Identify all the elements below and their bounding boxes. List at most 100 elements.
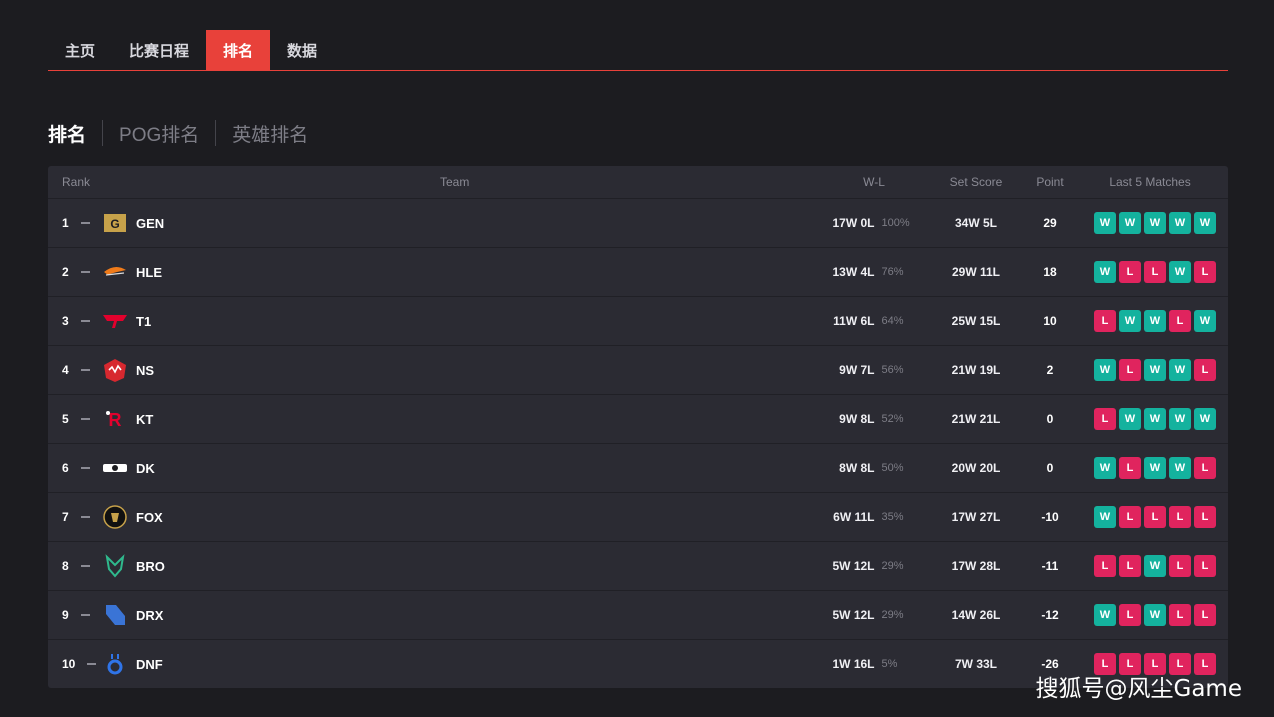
team-name[interactable]: BRO [136,559,165,574]
table-row[interactable]: 4 NS 9W 7L 56% 21W 19L 2 WLWWL [48,346,1228,395]
set-score: 25W 15L [951,314,1001,328]
rank-cell: 1 [48,216,96,230]
table-row[interactable]: 5 R KT 9W 8L 52% 21W 21L 0 LWWWW [48,395,1228,444]
team-name[interactable]: HLE [136,265,162,280]
rank-number: 3 [62,314,69,328]
team-cell[interactable]: T1 [96,308,824,334]
point: 0 [1046,461,1054,475]
match-result-badge: W [1169,212,1191,234]
rank-unchanged-icon [87,663,96,665]
table-row[interactable]: 3 T1 11W 6L 64% 25W 15L 10 LWWLW [48,297,1228,346]
win-rate: 5% [881,658,898,670]
match-result-badge: W [1144,604,1166,626]
match-result-badge: L [1119,555,1141,577]
win-loss: 9W 7L [839,363,875,377]
win-rate: 35% [881,511,904,523]
rank-cell: 8 [48,559,96,573]
match-result-badge: L [1169,506,1191,528]
team-name[interactable]: FOX [136,510,163,525]
match-result-badge: W [1094,359,1116,381]
table-row[interactable]: 7 FOX 6W 11L 35% 17W 27L -10 WLLLL [48,493,1228,542]
top-nav: 主页 比赛日程 排名 数据 [48,30,1228,71]
match-result-badge: W [1144,457,1166,479]
rank-unchanged-icon [80,418,90,420]
last-5-matches: WLLWL [1072,261,1228,283]
set-score: 17W 28L [951,559,1001,573]
match-result-badge: W [1094,604,1116,626]
team-logo-icon: G [102,210,128,236]
tab-ranking[interactable]: 排名 [206,30,271,70]
table-row[interactable]: 2 HLE 13W 4L 76% 29W 11L 18 WLLWL [48,248,1228,297]
table-row[interactable]: 8 BRO 5W 12L 29% 17W 28L -11 LLWLL [48,542,1228,591]
sub-tabs: 排名 POG排名 英雄排名 [48,118,324,148]
subtab-champion-ranking[interactable]: 英雄排名 [216,120,324,147]
rank-number: 9 [62,608,69,622]
subtab-ranking[interactable]: 排名 [48,120,102,147]
match-result-badge: W [1144,359,1166,381]
tab-schedule[interactable]: 比赛日程 [112,30,206,70]
win-loss: 9W 8L [839,412,875,426]
team-cell[interactable]: FOX [96,504,824,530]
team-cell[interactable]: R KT [96,406,824,432]
team-name[interactable]: KT [136,412,153,427]
rank-number: 2 [62,265,69,279]
match-result-badge: L [1169,555,1191,577]
match-result-badge: L [1194,359,1216,381]
rank-unchanged-icon [80,614,90,616]
rank-cell: 2 [48,265,96,279]
win-loss: 8W 8L [839,461,875,475]
match-result-badge: L [1144,506,1166,528]
table-row[interactable]: 6 DK 8W 8L 50% 20W 20L 0 WLWWL [48,444,1228,493]
win-rate: 64% [881,315,904,327]
win-loss: 5W 12L [832,559,875,573]
match-result-badge: W [1094,457,1116,479]
tab-stats[interactable]: 数据 [270,30,334,70]
match-result-badge: W [1194,310,1216,332]
wl-cell: 13W 4L 76% [824,265,924,279]
rank-unchanged-icon [80,516,90,518]
team-cell[interactable]: G GEN [96,210,824,236]
point: -11 [1041,559,1059,573]
match-result-badge: W [1144,555,1166,577]
set-score: 29W 11L [951,265,1001,279]
svg-text:R: R [109,410,122,430]
win-rate: 56% [881,364,904,376]
header-set-score: Set Score [949,175,1003,189]
match-result-badge: W [1169,359,1191,381]
header-wl: W-L [863,175,885,189]
team-logo-icon [102,504,128,530]
match-result-badge: L [1094,408,1116,430]
team-name[interactable]: T1 [136,314,151,329]
team-name[interactable]: GEN [136,216,164,231]
match-result-badge: L [1094,555,1116,577]
team-logo-icon [102,455,128,481]
wl-cell: 5W 12L 29% [824,559,924,573]
table-row[interactable]: 9 DRX 5W 12L 29% 14W 26L -12 WLWLL [48,591,1228,640]
team-name[interactable]: DK [136,461,155,476]
match-result-badge: W [1119,310,1141,332]
team-cell[interactable]: DK [96,455,824,481]
rank-cell: 9 [48,608,96,622]
last-5-matches: WLWLL [1072,604,1228,626]
team-cell[interactable]: HLE [96,259,824,285]
match-result-badge: L [1119,604,1141,626]
team-cell[interactable]: NS [96,357,824,383]
team-logo-icon: R [102,406,128,432]
team-cell[interactable]: DNF [96,651,824,677]
set-score: 34W 5L [954,216,997,230]
team-cell[interactable]: BRO [96,553,824,579]
point: 10 [1043,314,1057,328]
tab-home[interactable]: 主页 [48,30,112,70]
subtab-pog-ranking[interactable]: POG排名 [103,120,215,147]
table-row[interactable]: 1 G GEN 17W 0L 100% 34W 5L 29 WWWWW [48,199,1228,248]
rank-number: 1 [62,216,69,230]
team-name[interactable]: DNF [136,657,163,672]
team-name[interactable]: NS [136,363,154,378]
team-logo-icon [102,357,128,383]
team-name[interactable]: DRX [136,608,163,623]
team-logo-icon [102,651,128,677]
header-team: Team [440,175,470,189]
team-cell[interactable]: DRX [96,602,824,628]
wl-cell: 6W 11L 35% [824,510,924,524]
match-result-badge: W [1169,457,1191,479]
